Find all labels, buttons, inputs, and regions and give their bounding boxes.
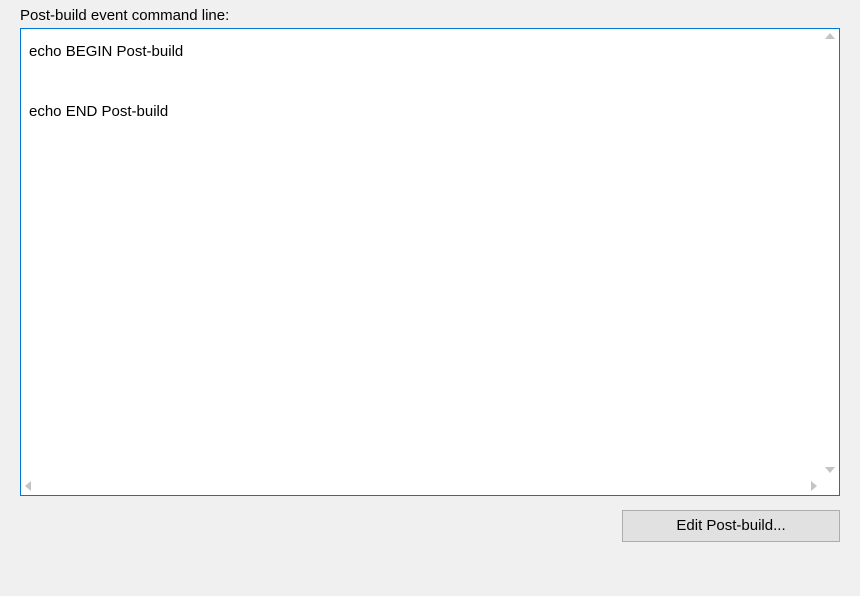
scroll-left-icon[interactable]	[25, 481, 31, 491]
edit-post-build-button[interactable]: Edit Post-build...	[622, 510, 840, 542]
scroll-down-icon[interactable]	[825, 467, 835, 473]
post-build-command-textarea[interactable]	[21, 29, 821, 477]
button-row: Edit Post-build...	[20, 510, 840, 542]
scroll-right-icon[interactable]	[811, 481, 817, 491]
vertical-scrollbar[interactable]	[821, 29, 839, 477]
command-line-textarea-container	[20, 28, 840, 496]
field-label: Post-build event command line:	[20, 7, 840, 24]
textarea-viewport	[21, 29, 821, 477]
scroll-corner	[821, 477, 839, 495]
horizontal-scrollbar[interactable]	[21, 477, 821, 495]
scroll-up-icon[interactable]	[825, 33, 835, 39]
